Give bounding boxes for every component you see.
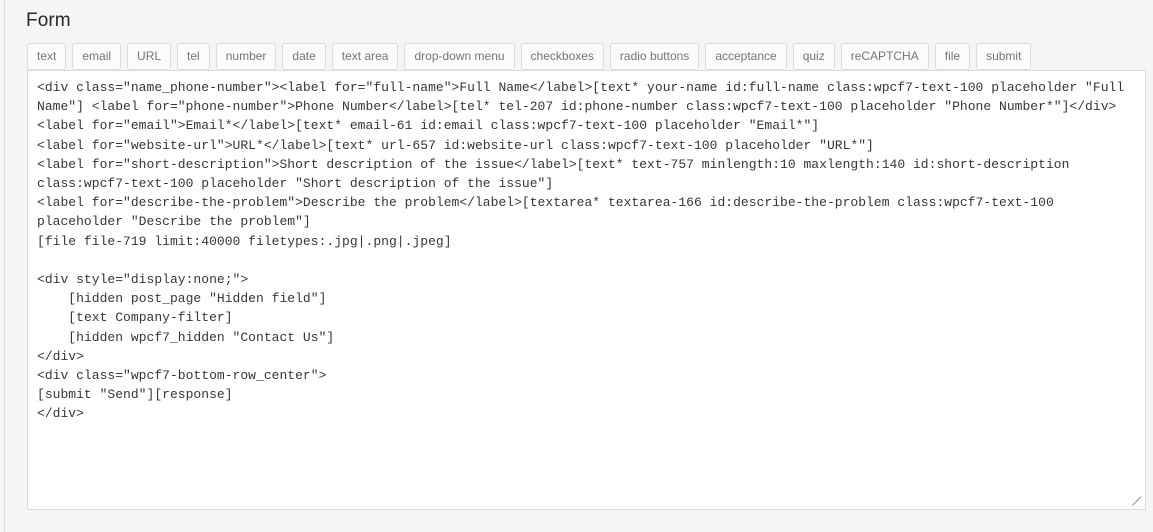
form-panel: Form text email URL tel number date text area d… xyxy=(5,0,1153,532)
tag-button-date[interactable]: date xyxy=(282,43,326,70)
form-code-textarea[interactable] xyxy=(28,71,1145,509)
tag-button-tel[interactable]: tel xyxy=(177,43,210,70)
tag-button-text[interactable]: text xyxy=(27,43,67,70)
page-title: Form xyxy=(26,10,71,31)
tag-button-quiz[interactable]: quiz xyxy=(792,43,835,70)
form-editor-screen: Form text email URL tel number date text area d… xyxy=(0,0,1153,532)
tag-button-submit[interactable]: submit xyxy=(976,43,1032,70)
tag-button-text-area[interactable]: text area xyxy=(331,43,399,70)
tag-button-recaptcha[interactable]: reCAPTCHA xyxy=(840,43,929,70)
tag-button-acceptance[interactable]: acceptance xyxy=(705,43,787,70)
tag-button-email[interactable]: email xyxy=(72,43,122,70)
form-code-editor-wrapper[interactable] xyxy=(27,70,1146,510)
tag-button-drop-down-menu[interactable]: drop-down menu xyxy=(404,43,515,70)
tag-button-url[interactable]: URL xyxy=(127,43,172,70)
tag-button-radio-buttons[interactable]: radio buttons xyxy=(609,43,700,70)
tag-generator-toolbar: text email URL tel number date text area drop-d… xyxy=(27,43,1032,70)
tag-button-number[interactable]: number xyxy=(215,43,277,70)
tag-button-file[interactable]: file xyxy=(934,43,971,70)
tag-button-checkboxes[interactable]: checkboxes xyxy=(520,43,604,70)
